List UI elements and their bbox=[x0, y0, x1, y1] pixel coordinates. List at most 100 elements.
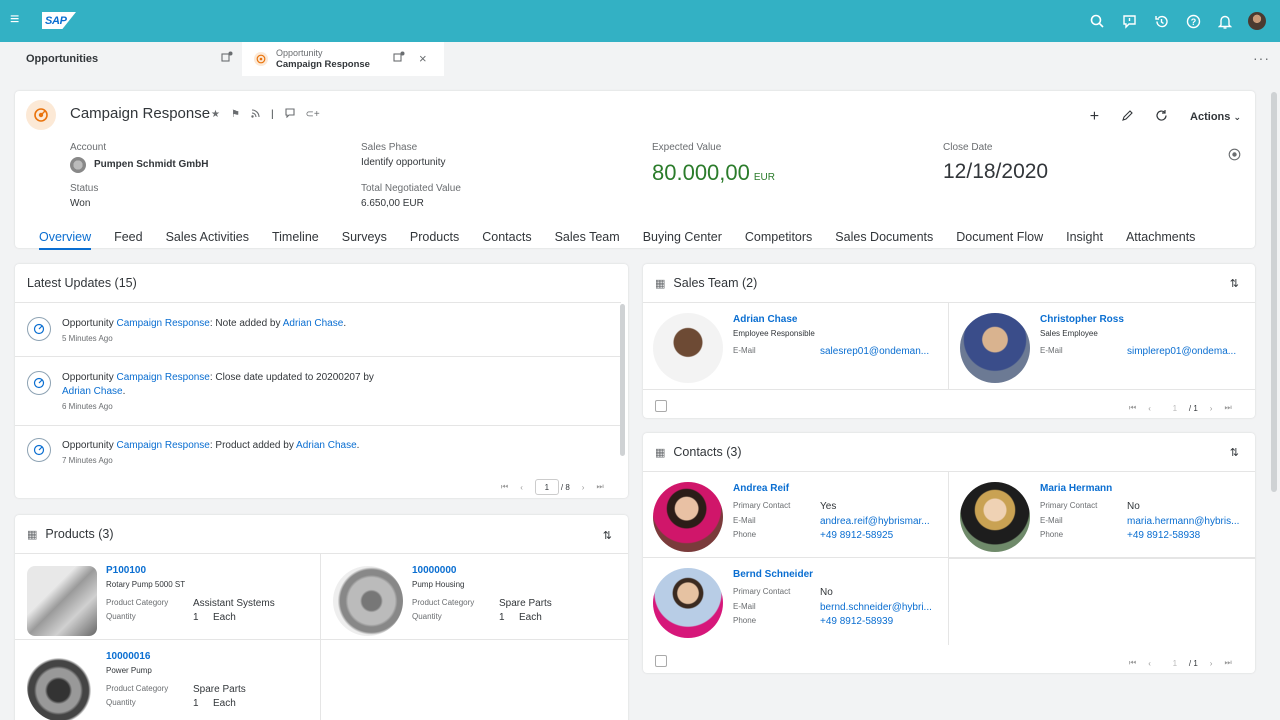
tab-attachments[interactable]: Attachments bbox=[1126, 227, 1195, 250]
tab-products[interactable]: Products bbox=[410, 227, 459, 250]
tab-contacts[interactable]: Contacts bbox=[482, 227, 531, 250]
add-icon[interactable]: + bbox=[1090, 108, 1099, 126]
first-page-icon[interactable]: ⏮ bbox=[1129, 658, 1136, 668]
email-link[interactable]: simplerep01@ondema... bbox=[1127, 346, 1247, 357]
sort-icon[interactable]: ⇅ bbox=[1230, 446, 1239, 459]
sap-logo[interactable]: SAP bbox=[42, 12, 76, 29]
update-post: . bbox=[343, 318, 347, 329]
next-page-icon[interactable]: › bbox=[1210, 404, 1213, 413]
product-name: Power Pump bbox=[106, 666, 152, 675]
contact-cell[interactable]: Bernd Schneider Primary Contact No E-Mai… bbox=[643, 558, 949, 645]
page-input[interactable]: 1 bbox=[1163, 655, 1187, 671]
first-page-icon[interactable]: ⏮ bbox=[1129, 403, 1136, 413]
product-cell[interactable]: 10000000 Pump Housing Product Category S… bbox=[321, 553, 628, 640]
opportunity-link[interactable]: Campaign Response bbox=[116, 372, 209, 383]
contact-cell[interactable]: Andrea Reif Primary Contact Yes E-Mail a… bbox=[643, 471, 949, 558]
tab-document-flow[interactable]: Document Flow bbox=[956, 227, 1043, 250]
feedback-icon[interactable] bbox=[1120, 12, 1138, 30]
contact-name-link[interactable]: Andrea Reif bbox=[733, 483, 789, 494]
tab-campaign-response[interactable]: Opportunity Campaign Response × bbox=[242, 42, 444, 76]
next-page-icon[interactable]: › bbox=[1210, 659, 1213, 668]
phone-link[interactable]: +49 8912-58938 bbox=[1127, 530, 1200, 541]
refresh-icon[interactable] bbox=[1155, 109, 1168, 125]
contact-name-link[interactable]: Bernd Schneider bbox=[733, 569, 813, 580]
email-link[interactable]: andrea.reif@hybrismar... bbox=[820, 516, 940, 527]
page-count: / 8 bbox=[560, 482, 570, 492]
menu-icon[interactable]: ≡ bbox=[10, 12, 19, 28]
update-time: 5 Minutes Ago bbox=[62, 334, 113, 343]
tab-sales-documents[interactable]: Sales Documents bbox=[835, 227, 933, 250]
product-id-link[interactable]: 10000016 bbox=[106, 651, 151, 662]
search-icon[interactable] bbox=[1088, 12, 1106, 30]
flag-icon[interactable]: ⚑ bbox=[231, 109, 240, 120]
user-link[interactable]: Adrian Chase bbox=[283, 318, 344, 329]
account-field: Account Pumpen Schmidt GmbH bbox=[70, 141, 208, 173]
tab-sales-activities[interactable]: Sales Activities bbox=[166, 227, 249, 250]
opportunity-link[interactable]: Campaign Response bbox=[116, 440, 209, 451]
user-avatar[interactable] bbox=[1248, 12, 1266, 30]
next-page-icon[interactable]: › bbox=[582, 483, 585, 492]
history-icon[interactable] bbox=[1152, 12, 1170, 30]
phone-link[interactable]: +49 8912-58925 bbox=[820, 530, 893, 541]
tab-sales-team[interactable]: Sales Team bbox=[555, 227, 620, 250]
tab-surveys[interactable]: Surveys bbox=[342, 227, 387, 250]
account-link[interactable]: Pumpen Schmidt GmbH bbox=[94, 158, 208, 172]
prev-page-icon[interactable]: ‹ bbox=[1148, 404, 1151, 413]
settings-icon[interactable] bbox=[1228, 148, 1241, 164]
page-scrollbar[interactable] bbox=[1271, 92, 1277, 492]
tag-add-icon[interactable]: ⊂+ bbox=[306, 109, 320, 120]
edit-icon[interactable] bbox=[1121, 109, 1133, 125]
updates-scrollbar[interactable] bbox=[620, 304, 625, 456]
prev-page-icon[interactable]: ‹ bbox=[1148, 659, 1151, 668]
tnv-field: Total Negotiated Value 6.650,00 EUR bbox=[361, 182, 461, 211]
last-page-icon[interactable]: ⏭ bbox=[1224, 658, 1231, 668]
bell-icon[interactable] bbox=[1216, 12, 1234, 30]
tab-overview[interactable]: Overview bbox=[39, 227, 92, 250]
popout-icon[interactable] bbox=[393, 51, 405, 66]
email-link[interactable]: bernd.schneider@hybri... bbox=[820, 602, 940, 613]
close-icon[interactable]: × bbox=[419, 51, 427, 66]
last-page-icon[interactable]: ⏭ bbox=[596, 482, 603, 492]
team-member-cell[interactable]: Christopher Ross Sales Employee E-Mail s… bbox=[949, 302, 1255, 390]
tab-insight[interactable]: Insight bbox=[1066, 227, 1103, 250]
contact-name-link[interactable]: Maria Hermann bbox=[1040, 483, 1112, 494]
member-name-link[interactable]: Adrian Chase bbox=[733, 314, 797, 325]
sort-icon[interactable]: ⇅ bbox=[1230, 277, 1239, 290]
select-all-checkbox[interactable] bbox=[655, 400, 667, 412]
email-link[interactable]: salesrep01@ondeman... bbox=[820, 346, 940, 357]
help-icon[interactable]: ? bbox=[1184, 12, 1202, 30]
prev-page-icon[interactable]: ‹ bbox=[520, 483, 523, 492]
popout-icon[interactable] bbox=[221, 51, 233, 66]
tab-buying-center[interactable]: Buying Center bbox=[643, 227, 722, 250]
tab-timeline[interactable]: Timeline bbox=[272, 227, 319, 250]
page-input[interactable]: 1 bbox=[1163, 400, 1187, 416]
chat-icon[interactable] bbox=[284, 108, 295, 121]
user-link[interactable]: Adrian Chase bbox=[62, 386, 123, 397]
product-cell[interactable]: 10000016 Power Pump Product Category Spa… bbox=[15, 640, 321, 720]
product-id-link[interactable]: P100100 bbox=[106, 565, 146, 576]
tab-opportunities[interactable]: Opportunities bbox=[0, 42, 242, 76]
phone-link[interactable]: +49 8912-58939 bbox=[820, 616, 893, 627]
tab-feed[interactable]: Feed bbox=[114, 227, 143, 250]
team-member-cell[interactable]: Adrian Chase Employee Responsible E-Mail… bbox=[643, 302, 949, 390]
actions-button[interactable]: Actions ⌄ bbox=[1190, 111, 1241, 123]
rss-icon[interactable] bbox=[251, 108, 260, 121]
member-name-link[interactable]: Christopher Ross bbox=[1040, 314, 1124, 325]
product-cell[interactable]: P100100 Rotary Pump 5000 ST Product Cate… bbox=[15, 553, 321, 640]
select-all-checkbox[interactable] bbox=[655, 655, 667, 667]
star-icon[interactable]: ★ bbox=[211, 109, 220, 120]
category-label: Product Category bbox=[412, 598, 475, 607]
more-icon[interactable]: ··· bbox=[1253, 50, 1270, 66]
ev-row: 80.000,00 EUR bbox=[652, 160, 775, 186]
opportunity-link[interactable]: Campaign Response bbox=[116, 318, 209, 329]
tab-competitors[interactable]: Competitors bbox=[745, 227, 812, 250]
page-input[interactable]: 1 bbox=[534, 479, 559, 495]
last-page-icon[interactable]: ⏭ bbox=[1224, 403, 1231, 413]
product-id-link[interactable]: 10000000 bbox=[412, 565, 457, 576]
email-link[interactable]: maria.hermann@hybris... bbox=[1127, 516, 1247, 527]
user-link[interactable]: Adrian Chase bbox=[296, 440, 357, 451]
contact-cell[interactable]: Maria Hermann Primary Contact No E-Mail … bbox=[949, 471, 1255, 558]
first-page-icon[interactable]: ⏮ bbox=[501, 482, 508, 492]
update-text: Opportunity Campaign Response: Close dat… bbox=[62, 371, 402, 414]
sort-icon[interactable]: ⇅ bbox=[603, 529, 612, 542]
